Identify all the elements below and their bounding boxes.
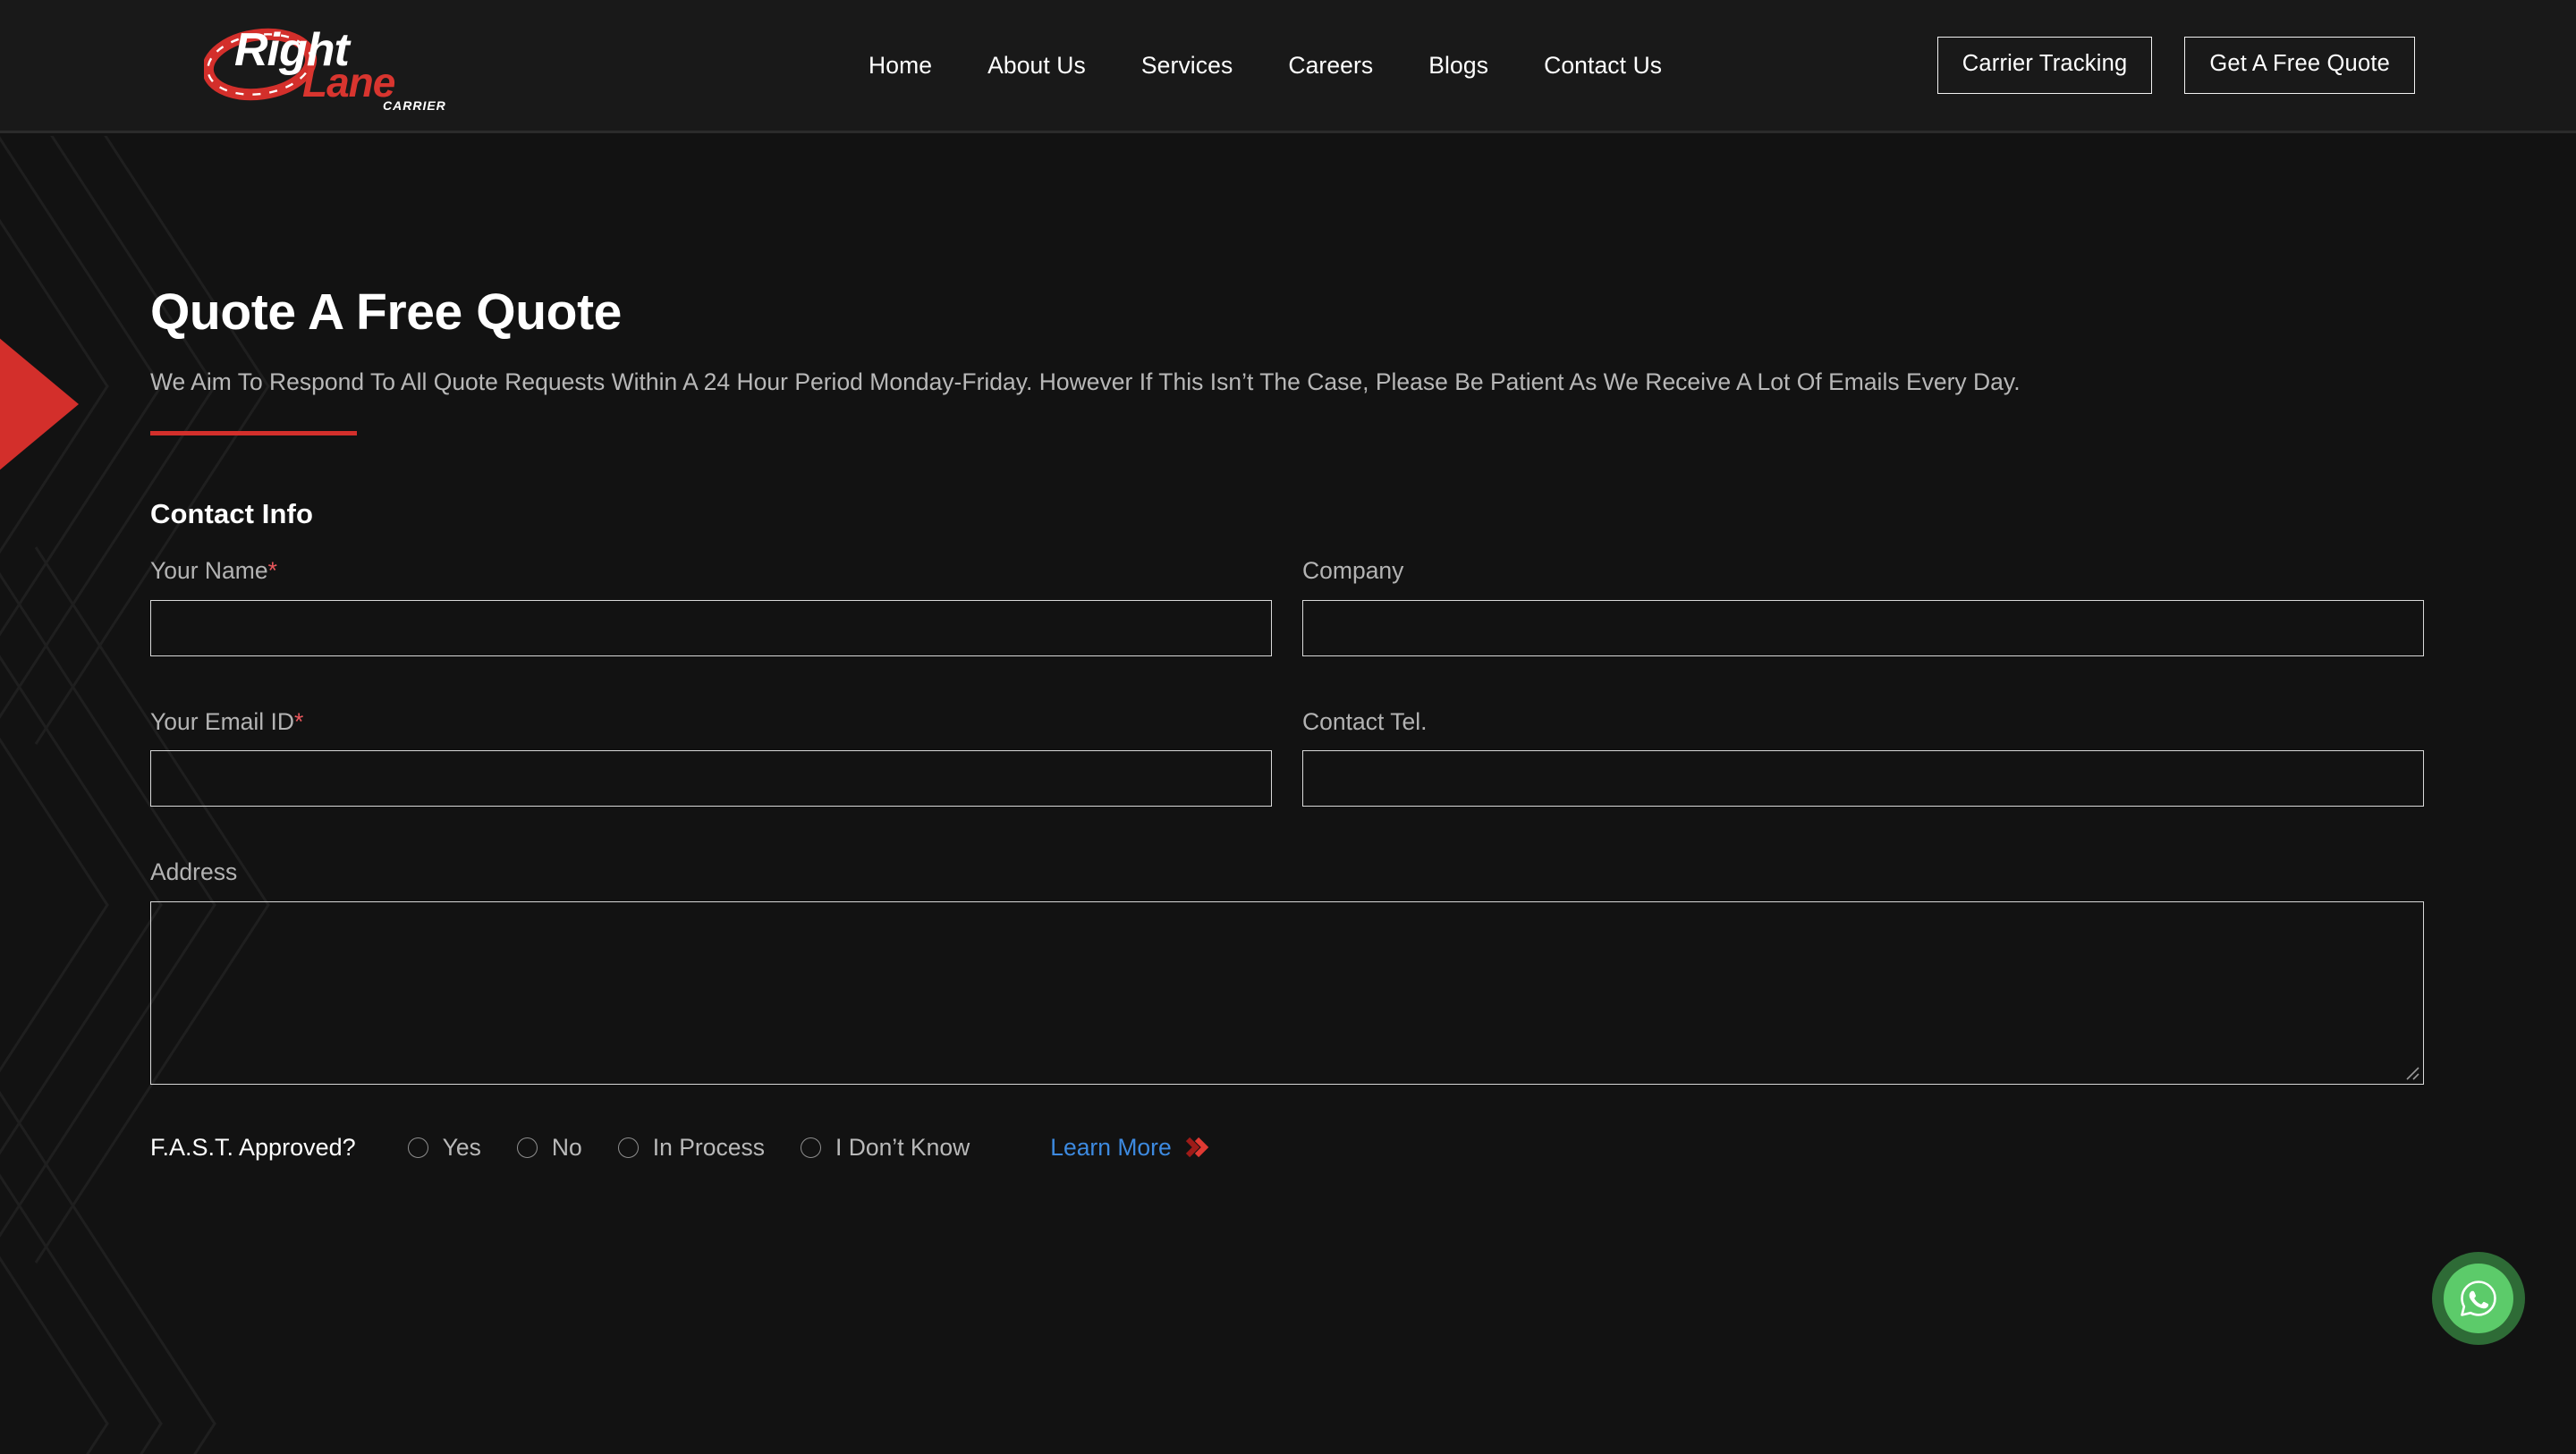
required-asterisk-name: * xyxy=(267,556,277,584)
get-a-free-quote-button[interactable]: Get A Free Quote xyxy=(2184,37,2415,94)
radio-label-i-dont-know: I Don’t Know xyxy=(835,1133,970,1161)
site-header: Right Lane CARRIER Home About Us Service… xyxy=(0,0,2576,133)
label-your-name-text: Your Name xyxy=(150,556,268,584)
site-logo[interactable]: Right Lane CARRIER xyxy=(204,14,445,114)
svg-text:Lane: Lane xyxy=(302,59,395,106)
field-contact-tel: Contact Tel. xyxy=(1302,708,2424,807)
address-textarea[interactable] xyxy=(150,901,2424,1086)
page-root: Right Lane CARRIER Home About Us Service… xyxy=(0,0,2576,1454)
field-your-name: Your Name* xyxy=(150,557,1272,656)
contact-info-heading: Contact Info xyxy=(150,497,314,529)
radio-option-i-dont-know[interactable]: I Don’t Know xyxy=(800,1133,970,1162)
radio-label-yes: Yes xyxy=(442,1133,481,1161)
nav-item-contact-us[interactable]: Contact Us xyxy=(1516,0,1690,131)
required-asterisk-email: * xyxy=(294,707,304,735)
nav-item-careers[interactable]: Careers xyxy=(1260,0,1401,131)
nav-item-about-us[interactable]: About Us xyxy=(960,0,1114,131)
your-email-id-input[interactable] xyxy=(150,750,1272,807)
learn-more-link-wrapper[interactable]: Learn More xyxy=(1050,1134,1211,1162)
whatsapp-button-inner xyxy=(2444,1264,2513,1333)
label-address-text: Address xyxy=(150,858,238,886)
label-company-text: Company xyxy=(1302,556,1404,584)
main-content: Quote A Free Quote We Aim To Respond To … xyxy=(0,133,2576,1165)
whatsapp-float-button[interactable] xyxy=(2432,1252,2525,1345)
fast-approved-row: F.A.S.T. Approved? Yes No In Process I D… xyxy=(150,1129,2424,1165)
page-subtitle: We Aim To Respond To All Quote Requests … xyxy=(150,368,2021,395)
radio-option-no[interactable]: No xyxy=(516,1133,582,1162)
nav-item-home[interactable]: Home xyxy=(841,0,960,131)
company-input[interactable] xyxy=(1302,599,2424,656)
label-your-email-id: Your Email ID* xyxy=(150,708,1272,751)
quote-request-form: Your Name* Company Your Email ID* Contac… xyxy=(150,557,2424,1086)
label-contact-tel: Contact Tel. xyxy=(1302,708,2424,751)
whatsapp-icon xyxy=(2461,1281,2496,1316)
label-address: Address xyxy=(150,858,2424,901)
main-navigation: Home About Us Services Careers Blogs Con… xyxy=(841,0,1690,131)
carrier-tracking-button[interactable]: Carrier Tracking xyxy=(1936,37,2153,94)
svg-text:CARRIER: CARRIER xyxy=(383,98,445,113)
header-actions: Carrier Tracking Get A Free Quote xyxy=(1936,0,2415,131)
radio-circle-icon[interactable] xyxy=(800,1137,821,1158)
label-contact-tel-text: Contact Tel. xyxy=(1302,707,1428,735)
form-row-spacer xyxy=(1302,656,2424,708)
label-your-email-id-text: Your Email ID xyxy=(150,707,295,735)
radio-option-yes[interactable]: Yes xyxy=(407,1133,481,1162)
radio-circle-icon[interactable] xyxy=(407,1137,428,1158)
contact-tel-input[interactable] xyxy=(1302,750,2424,807)
form-row-spacer xyxy=(150,656,1272,708)
fast-approved-radio-group: Yes No In Process I Don’t Know xyxy=(407,1133,1006,1162)
radio-circle-icon[interactable] xyxy=(516,1137,538,1158)
your-name-input[interactable] xyxy=(150,599,1272,656)
fast-approved-label: F.A.S.T. Approved? xyxy=(150,1133,356,1161)
page-title: Quote A Free Quote xyxy=(150,283,622,341)
learn-more-link[interactable]: Learn More xyxy=(1050,1134,1172,1162)
nav-item-blogs[interactable]: Blogs xyxy=(1401,0,1516,131)
radio-label-in-process: In Process xyxy=(652,1133,765,1161)
label-company: Company xyxy=(1302,557,2424,600)
label-your-name: Your Name* xyxy=(150,557,1272,600)
radio-circle-icon[interactable] xyxy=(617,1137,639,1158)
field-your-email-id: Your Email ID* xyxy=(150,708,1272,807)
double-chevron-right-icon xyxy=(1184,1136,1211,1159)
field-address: Address xyxy=(150,858,2424,1086)
nav-item-services[interactable]: Services xyxy=(1114,0,1260,131)
radio-option-in-process[interactable]: In Process xyxy=(617,1133,765,1162)
field-company: Company xyxy=(1302,557,2424,656)
form-row-spacer xyxy=(1302,807,2424,858)
form-row-spacer xyxy=(150,807,1272,858)
radio-label-no: No xyxy=(551,1133,582,1161)
